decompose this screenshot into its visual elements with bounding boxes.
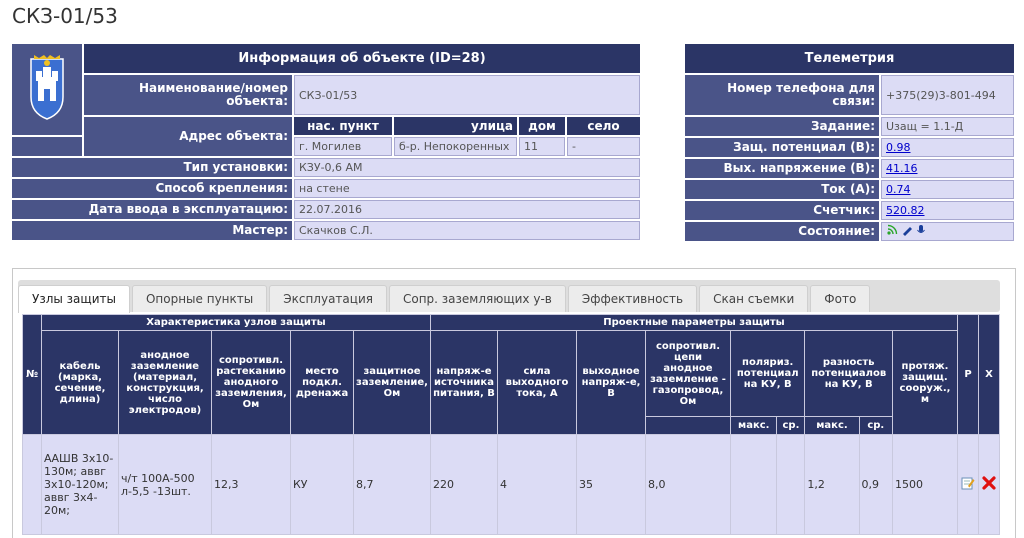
tab-scans[interactable]: Скан съемки — [699, 285, 809, 312]
col-output-voltage: выходное напряж-е, В — [576, 330, 646, 435]
commission-date-value: 22.07.2016 — [294, 200, 640, 219]
cell-cable: ААШВ 3х10-130м; аввг 3х10-120м; аввг 3х4… — [41, 434, 119, 535]
address-town-value: г. Могилев — [294, 137, 392, 156]
tab-reference-points[interactable]: Опорные пункты — [131, 285, 268, 312]
current-link[interactable]: 0.74 — [886, 183, 911, 196]
col-r: Р — [957, 314, 979, 435]
cell-ground: 8,7 — [353, 434, 431, 535]
tab-photo[interactable]: Фото — [810, 285, 871, 312]
cell-supply: 220 — [430, 434, 498, 535]
group-design-params: Проектные параметры защиты — [430, 314, 958, 331]
page-title: СКЗ-01/53 — [12, 4, 118, 28]
address-house-value: 11 — [519, 137, 565, 156]
task-label: Задание: — [685, 117, 879, 136]
delete-icon[interactable] — [982, 476, 996, 490]
master-label: Мастер: — [12, 221, 292, 240]
tab-operation[interactable]: Эксплуатация — [269, 285, 387, 312]
telemetry-table: Телеметрия Номер телефона для связи: +37… — [683, 42, 1016, 243]
col-polarization: поляриз. потенциал на КУ, В — [729, 330, 806, 417]
cell-outv: 35 — [576, 434, 646, 535]
col-pol-avg: ср. — [776, 416, 806, 435]
tab-ground-resistance[interactable]: Сопр. заземляющих у-в — [388, 285, 566, 312]
address-col-village: село — [567, 117, 640, 135]
potential-label: Защ. потенциал (В): — [685, 138, 879, 157]
table-row: ААШВ 3х10-130м; аввг 3х10-120м; аввг 3х4… — [22, 434, 1000, 535]
city-emblem — [12, 44, 82, 135]
col-drain: место подкл. дренажа — [290, 330, 354, 435]
master-value: Скачков С.Л. — [294, 221, 640, 240]
col-diff-avg: ср. — [858, 416, 894, 435]
counter-link[interactable]: 520.82 — [886, 204, 925, 217]
cell-pol-avg — [776, 434, 806, 535]
cell-anode: ч/т 100А-500 л-5,5 -13шт. — [118, 434, 212, 535]
col-anode: анодное заземление (материал, конструкци… — [118, 330, 212, 435]
address-label: Адрес объекта: — [84, 117, 292, 156]
cell-resist: 12,3 — [211, 434, 291, 535]
mount-value: на стене — [294, 179, 640, 198]
edit-icon[interactable] — [961, 476, 975, 490]
row-number — [22, 434, 42, 535]
cell-length: 1500 — [892, 434, 958, 535]
phone-label: Номер телефона для связи: — [685, 75, 879, 115]
telemetry-header: Телеметрия — [685, 44, 1014, 73]
nodes-table: № Характеристика узлов защиты Проектные … — [22, 314, 1000, 535]
col-ground: защитное заземление, Ом — [353, 330, 431, 435]
pencil-icon — [903, 227, 912, 236]
state-icons — [881, 222, 1014, 241]
address-col-town: нас. пункт — [294, 117, 392, 135]
col-supply-voltage: напряж-е источника питания, В — [430, 330, 498, 435]
col-circuit-resistance: сопротивл. цепи анодное заземление - газ… — [645, 330, 731, 417]
address-village-value: - — [567, 137, 640, 156]
type-value: КЗУ-0,6 АМ — [294, 158, 640, 177]
address-col-house: дом — [519, 117, 565, 135]
cell-current: 4 — [497, 434, 577, 535]
col-pol-max: макс. — [729, 416, 778, 435]
microphone-icon — [917, 225, 925, 233]
mount-label: Способ крепления: — [12, 179, 292, 198]
voltage-label: Вых. напряжение (В): — [685, 159, 879, 178]
object-info-table: Информация об объекте (ID=28) Наименован… — [10, 42, 642, 242]
cell-pol-max — [729, 434, 778, 535]
cell-diff-avg: 0,9 — [858, 434, 894, 535]
tab-efficiency[interactable]: Эффективность — [567, 285, 698, 312]
col-length: протяж. защищ. сооруж., м — [892, 330, 958, 435]
col-spread-resistance: сопротивл. растеканию анодного заземлени… — [211, 330, 291, 435]
coat-of-arms-icon — [30, 55, 64, 120]
tab-list: Узлы защиты Опорные пункты Эксплуатация … — [18, 285, 871, 313]
object-info-header: Информация об объекте (ID=28) — [84, 44, 640, 73]
col-x: Х — [978, 314, 1000, 435]
col-output-current: сила выходного тока, А — [497, 330, 577, 435]
col-circuit-sub — [645, 416, 731, 435]
emblem-cell — [12, 137, 82, 156]
potential-link[interactable]: 0.98 — [886, 141, 911, 154]
col-number: № — [22, 314, 42, 435]
phone-value: +375(29)3-801-494 — [881, 75, 1014, 115]
delete-cell — [978, 434, 1000, 535]
edit-cell — [957, 434, 979, 535]
current-label: Ток (А): — [685, 180, 879, 199]
voltage-link[interactable]: 41.16 — [886, 162, 918, 175]
commission-date-label: Дата ввода в эксплуатацию: — [12, 200, 292, 219]
col-potential-diff: разность потенциалов на КУ, В — [804, 330, 893, 417]
cell-diff-max: 1,2 — [804, 434, 860, 535]
address-col-street: улица — [394, 117, 517, 135]
counter-label: Счетчик: — [685, 201, 879, 220]
state-label: Состояние: — [685, 222, 879, 241]
object-name-label: Наименование/номер объекта: — [84, 75, 292, 115]
group-characteristics: Характеристика узлов защиты — [41, 314, 431, 331]
type-label: Тип установки: — [12, 158, 292, 177]
task-value: Uзащ = 1.1-Д — [881, 117, 1014, 136]
cell-drain: КУ — [290, 434, 354, 535]
col-cable: кабель (марка, сечение, длина) — [41, 330, 119, 435]
object-name-value: СКЗ-01/53 — [294, 75, 640, 115]
tab-nodes[interactable]: Узлы защиты — [18, 285, 130, 313]
signal-icon — [887, 224, 898, 235]
cell-circuit: 8,0 — [645, 434, 731, 535]
address-street-value: б-р. Непокоренных — [394, 137, 517, 156]
col-diff-max: макс. — [804, 416, 860, 435]
